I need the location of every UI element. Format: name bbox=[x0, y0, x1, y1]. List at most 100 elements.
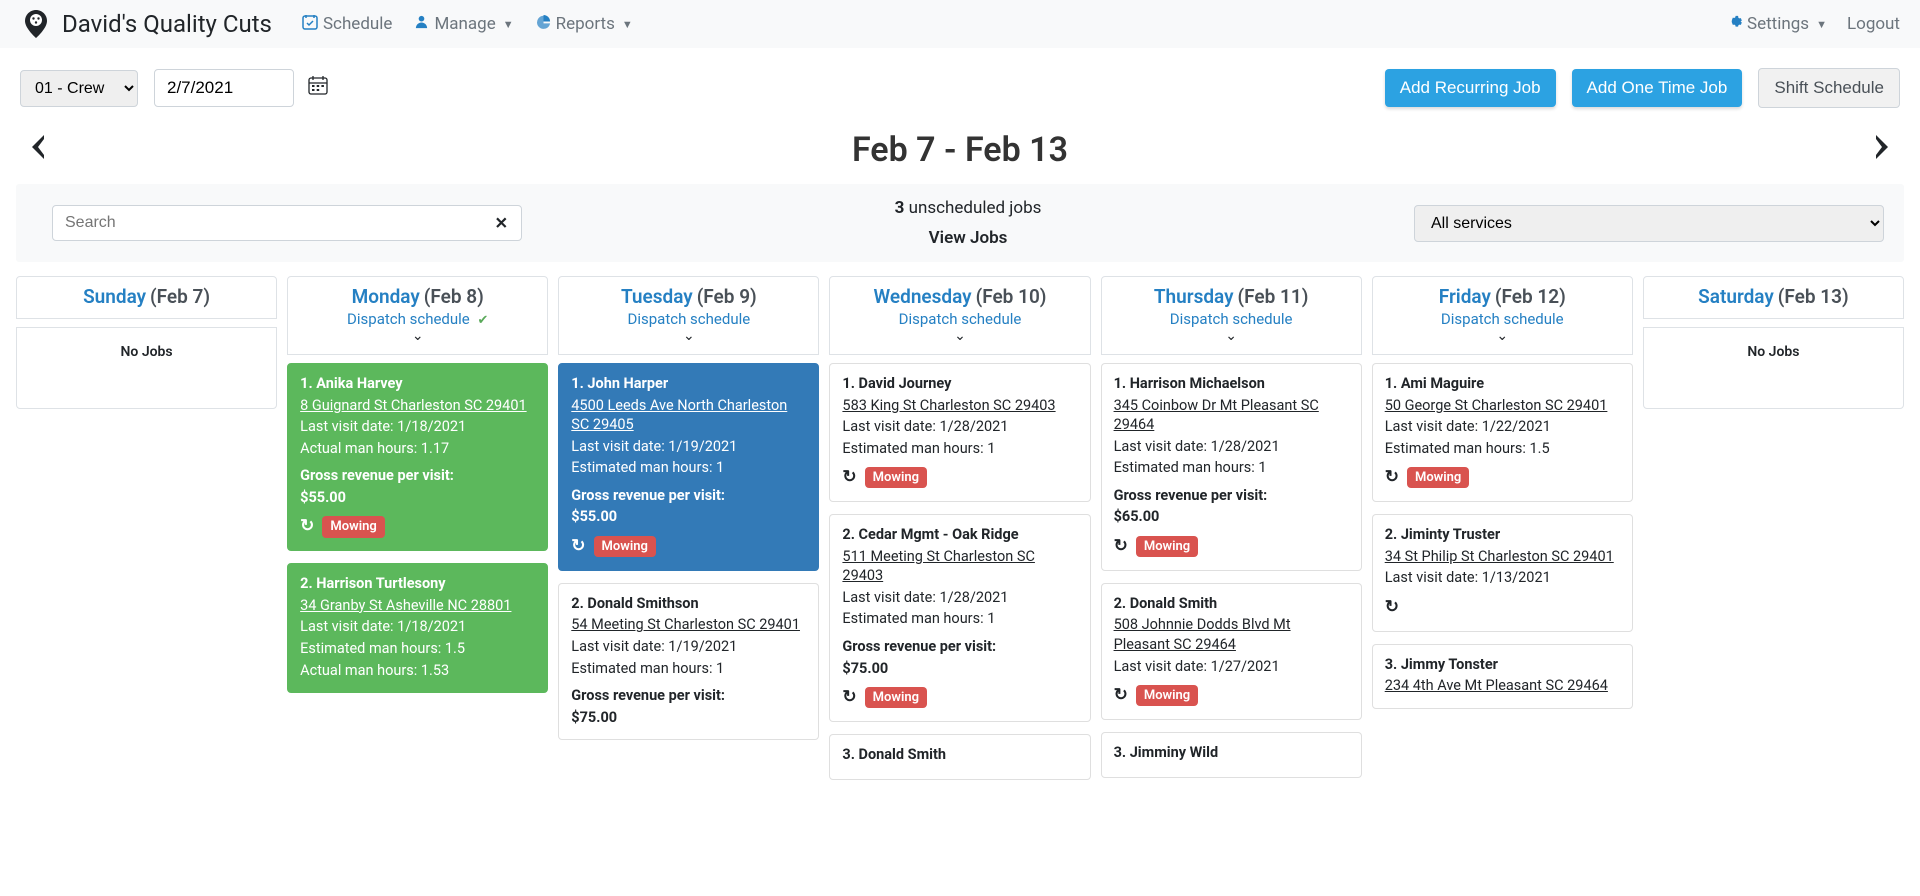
job-card[interactable]: 2. Cedar Mgmt - Oak Ridge511 Meeting St … bbox=[829, 514, 1090, 722]
job-card[interactable]: 1. John Harper4500 Leeds Ave North Charl… bbox=[558, 363, 819, 571]
job-footer: ↻Mowing bbox=[1114, 684, 1349, 707]
nav-logout[interactable]: Logout bbox=[1847, 14, 1900, 34]
job-card[interactable]: 1. Ami Maguire50 George St Charleston SC… bbox=[1372, 363, 1633, 502]
day-name: Thursday bbox=[1154, 285, 1234, 308]
brand[interactable]: David's Quality Cuts bbox=[20, 8, 272, 40]
job-title: 2. Cedar Mgmt - Oak Ridge bbox=[842, 525, 1077, 545]
job-card[interactable]: 2. Jiminty Truster34 St Philip St Charle… bbox=[1372, 514, 1633, 632]
brand-name: David's Quality Cuts bbox=[62, 10, 272, 38]
job-address[interactable]: 50 George St Charleston SC 29401 bbox=[1385, 396, 1620, 416]
day-date: (Feb 7) bbox=[150, 285, 210, 308]
gear-icon bbox=[1727, 14, 1742, 34]
day-name: Monday bbox=[352, 285, 420, 308]
check-icon: ✔ bbox=[477, 313, 488, 328]
chevron-down-icon[interactable]: ⌄ bbox=[296, 328, 539, 344]
search-clear-icon[interactable]: ✕ bbox=[495, 214, 508, 233]
chevron-down-icon[interactable]: ⌄ bbox=[838, 328, 1081, 344]
job-address[interactable]: 8 Guignard St Charleston SC 29401 bbox=[300, 396, 535, 416]
recurring-icon[interactable]: ↻ bbox=[1114, 684, 1128, 707]
job-address[interactable]: 583 King St Charleston SC 29403 bbox=[842, 396, 1077, 416]
day-body: 1. Ami Maguire50 George St Charleston SC… bbox=[1372, 355, 1633, 709]
date-input[interactable] bbox=[154, 69, 294, 107]
day-column: Monday (Feb 8)Dispatch schedule ✔⌄1. Ani… bbox=[287, 276, 548, 705]
day-body: No Jobs bbox=[16, 319, 277, 409]
recurring-icon[interactable]: ↻ bbox=[571, 535, 585, 558]
job-address[interactable]: 345 Coinbow Dr Mt Pleasant SC 29464 bbox=[1114, 396, 1349, 435]
day-body: No Jobs bbox=[1643, 319, 1904, 409]
week-title: Feb 7 - Feb 13 bbox=[852, 130, 1068, 170]
job-line: Last visit date: 1/19/2021 bbox=[571, 437, 806, 457]
job-address[interactable]: 34 Granby St Asheville NC 28801 bbox=[300, 596, 535, 616]
job-address[interactable]: 234 4th Ave Mt Pleasant SC 29464 bbox=[1385, 676, 1620, 696]
day-name: Tuesday bbox=[621, 285, 693, 308]
job-footer: ↻ Mowing bbox=[842, 466, 1077, 489]
job-title: 1. Harrison Michaelson bbox=[1114, 374, 1349, 394]
job-title: 2. Donald Smith bbox=[1114, 594, 1349, 614]
unscheduled-label: unscheduled jobs bbox=[909, 198, 1042, 218]
job-card[interactable]: 3. Jimminy Wild bbox=[1101, 732, 1362, 778]
job-line: Last visit date: 1/19/2021 bbox=[571, 637, 806, 657]
job-footer: ↻Mowing bbox=[1385, 466, 1620, 489]
crew-select[interactable]: 01 - Crew bbox=[20, 70, 138, 107]
job-address[interactable]: 508 Johnnie Dodds Blvd Mt Pleasant SC 29… bbox=[1114, 615, 1349, 654]
job-line: Last visit date: 1/22/2021 bbox=[1385, 417, 1620, 437]
job-card[interactable]: 1. David Journey583 King St Charleston S… bbox=[829, 363, 1090, 502]
job-footer: ↻Mowing bbox=[1114, 535, 1349, 558]
job-address[interactable]: 511 Meeting St Charleston SC 29403 bbox=[842, 547, 1077, 586]
recurring-icon[interactable]: ↻ bbox=[1385, 596, 1399, 619]
job-line: Last visit date: 1/18/2021 bbox=[300, 617, 535, 637]
service-filter-select[interactable]: All services bbox=[1414, 205, 1884, 242]
day-column: Thursday (Feb 11)Dispatch schedule⌄1. Ha… bbox=[1101, 276, 1362, 790]
recurring-icon[interactable]: ↻ bbox=[1114, 535, 1128, 558]
day-body: 1. David Journey583 King St Charleston S… bbox=[829, 355, 1090, 780]
job-card[interactable]: 3. Jimmy Tonster234 4th Ave Mt Pleasant … bbox=[1372, 644, 1633, 709]
view-jobs-link[interactable]: View Jobs bbox=[929, 228, 1008, 248]
job-title: 1. David Journey bbox=[842, 374, 1077, 394]
user-icon bbox=[414, 14, 429, 34]
nav-settings[interactable]: Settings ▼ bbox=[1727, 14, 1827, 34]
nav-schedule[interactable]: Schedule bbox=[302, 14, 392, 35]
job-card[interactable]: 1. Anika Harvey8 Guignard St Charleston … bbox=[287, 363, 548, 551]
add-recurring-button[interactable]: Add Recurring Job bbox=[1385, 69, 1556, 107]
recurring-icon[interactable]: ↻ bbox=[300, 515, 314, 538]
calendar-icon[interactable] bbox=[308, 75, 328, 101]
prev-week-button[interactable] bbox=[28, 130, 48, 170]
add-onetime-button[interactable]: Add One Time Job bbox=[1572, 69, 1743, 107]
job-card[interactable]: 1. Harrison Michaelson345 Coinbow Dr Mt … bbox=[1101, 363, 1362, 571]
nav-reports[interactable]: Reports ▼ bbox=[536, 14, 633, 34]
dispatch-schedule-link[interactable]: Dispatch schedule bbox=[567, 310, 810, 328]
chevron-down-icon[interactable]: ⌄ bbox=[1110, 328, 1353, 344]
job-address[interactable]: 34 St Philip St Charleston SC 29401 bbox=[1385, 547, 1620, 567]
job-title: 3. Donald Smith bbox=[842, 745, 1077, 765]
recurring-icon[interactable]: ↻ bbox=[842, 686, 856, 709]
job-line: Actual man hours: 1.53 bbox=[300, 661, 535, 681]
job-card[interactable]: 3. Donald Smith bbox=[829, 734, 1090, 780]
chevron-down-icon[interactable]: ⌄ bbox=[567, 328, 810, 344]
dispatch-schedule-link[interactable]: Dispatch schedule ✔ bbox=[296, 310, 539, 328]
job-tag: Mowing bbox=[865, 467, 927, 489]
search-row: ✕ 3 unscheduled jobs View Jobs All servi… bbox=[16, 184, 1904, 262]
nav-manage[interactable]: Manage ▼ bbox=[414, 14, 513, 34]
chevron-down-icon[interactable]: ⌄ bbox=[1381, 328, 1624, 344]
job-card[interactable]: 2. Donald Smith508 Johnnie Dodds Blvd Mt… bbox=[1101, 583, 1362, 720]
dispatch-schedule-link[interactable]: Dispatch schedule bbox=[1110, 310, 1353, 328]
recurring-icon[interactable]: ↻ bbox=[1385, 466, 1399, 489]
job-title: 2. Donald Smithson bbox=[571, 594, 806, 614]
job-address[interactable]: 4500 Leeds Ave North Charleston SC 29405 bbox=[571, 396, 806, 435]
shift-schedule-button[interactable]: Shift Schedule bbox=[1758, 68, 1900, 108]
day-column: Friday (Feb 12)Dispatch schedule⌄1. Ami … bbox=[1372, 276, 1633, 721]
dispatch-schedule-link[interactable]: Dispatch schedule bbox=[838, 310, 1081, 328]
job-tag: Mowing bbox=[594, 536, 656, 558]
toolbar: 01 - Crew Add Recurring Job Add One Time… bbox=[0, 48, 1920, 120]
next-week-button[interactable] bbox=[1872, 130, 1892, 170]
day-column: Wednesday (Feb 10)Dispatch schedule⌄1. D… bbox=[829, 276, 1090, 792]
unscheduled-count: 3 bbox=[895, 198, 905, 218]
job-card[interactable]: 2. Harrison Turtlesony34 Granby St Ashev… bbox=[287, 563, 548, 693]
chevron-down-icon: ▼ bbox=[503, 18, 514, 31]
job-card[interactable]: 2. Donald Smithson54 Meeting St Charlest… bbox=[558, 583, 819, 740]
search-input[interactable] bbox=[52, 205, 522, 241]
day-column: Sunday (Feb 7)No Jobs bbox=[16, 276, 277, 409]
recurring-icon[interactable]: ↻ bbox=[842, 466, 856, 489]
dispatch-schedule-link[interactable]: Dispatch schedule bbox=[1381, 310, 1624, 328]
job-address[interactable]: 54 Meeting St Charleston SC 29401 bbox=[571, 615, 806, 635]
